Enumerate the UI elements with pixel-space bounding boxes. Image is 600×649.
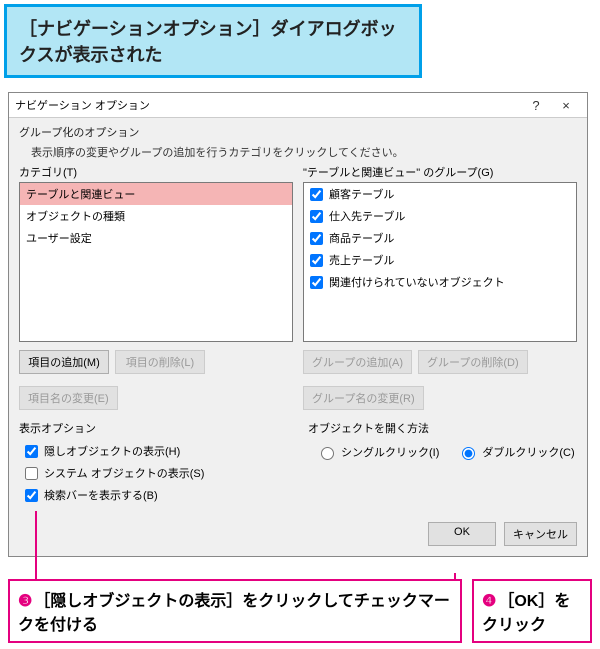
ok-button[interactable]: OK [428, 522, 496, 546]
group-item[interactable]: 売上テーブル [304, 249, 576, 271]
group-label: 関連付けられていないオブジェクト [329, 274, 505, 290]
group-checkbox[interactable] [310, 276, 323, 289]
group-label: 顧客テーブル [329, 186, 394, 202]
grouping-section-title: グループ化のオプション [9, 118, 587, 142]
group-item[interactable]: 商品テーブル [304, 227, 576, 249]
close-icon[interactable]: × [551, 98, 581, 113]
show-system-option[interactable]: システム オブジェクトの表示(S) [19, 462, 288, 484]
callout-step-4: ❹［OK］をクリック [472, 579, 592, 643]
category-item[interactable]: オブジェクトの種類 [20, 205, 292, 227]
show-system-label: システム オブジェクトの表示(S) [44, 465, 204, 481]
titlebar: ナビゲーション オプション ? × [9, 93, 587, 118]
callout-text: ［隠しオブジェクトの表示］をクリックしてチェックマークを付ける [18, 593, 450, 634]
category-item[interactable]: ユーザー設定 [20, 227, 292, 249]
category-item[interactable]: テーブルと関連ビュー [20, 183, 292, 205]
navigation-options-dialog: ナビゲーション オプション ? × グループ化のオプション 表示順序の変更やグル… [8, 92, 588, 557]
show-hidden-option[interactable]: 隠しオブジェクトの表示(H) [19, 440, 288, 462]
callout-number: ❹ [482, 593, 496, 610]
callout-number: ❸ [18, 593, 32, 610]
dialog-title: ナビゲーション オプション [15, 97, 521, 113]
group-item[interactable]: 関連付けられていないオブジェクト [304, 271, 576, 293]
group-checkbox[interactable] [310, 232, 323, 245]
category-listbox[interactable]: テーブルと関連ビュー オブジェクトの種類 ユーザー設定 [19, 182, 293, 342]
group-checkbox[interactable] [310, 210, 323, 223]
show-search-label: 検索バーを表示する(B) [44, 487, 158, 503]
open-method-title: オブジェクトを開く方法 [308, 420, 577, 440]
delete-item-button[interactable]: 項目の削除(L) [115, 350, 205, 374]
group-label: 売上テーブル [329, 252, 394, 268]
show-hidden-checkbox[interactable] [25, 445, 38, 458]
cancel-button[interactable]: キャンセル [504, 522, 577, 546]
single-click-radio[interactable] [321, 447, 334, 460]
group-checkbox[interactable] [310, 188, 323, 201]
group-item[interactable]: 仕入先テーブル [304, 205, 576, 227]
rename-group-button[interactable]: グループ名の変更(R) [303, 386, 424, 410]
group-checkbox[interactable] [310, 254, 323, 267]
help-icon[interactable]: ? [521, 98, 551, 113]
group-label: 仕入先テーブル [329, 208, 405, 224]
single-click-option[interactable]: シングルクリック(I) [316, 444, 439, 460]
groups-label: "テーブルと関連ビュー" のグループ(G) [303, 164, 577, 182]
double-click-option[interactable]: ダブルクリック(C) [457, 444, 574, 460]
instruction-banner: ［ナビゲーションオプション］ダイアログボックスが表示された [4, 4, 422, 78]
show-search-option[interactable]: 検索バーを表示する(B) [19, 484, 288, 506]
show-system-checkbox[interactable] [25, 467, 38, 480]
show-hidden-label: 隠しオブジェクトの表示(H) [44, 443, 180, 459]
add-group-button[interactable]: グループの追加(A) [303, 350, 412, 374]
groups-listbox[interactable]: 顧客テーブル 仕入先テーブル 商品テーブル 売上テーブル 関連付けられていないオ… [303, 182, 577, 342]
callout-step-3: ❸［隠しオブジェクトの表示］をクリックしてチェックマークを付ける [8, 579, 462, 643]
double-click-radio[interactable] [462, 447, 475, 460]
single-click-label: シングルクリック(I) [341, 444, 439, 460]
delete-group-button[interactable]: グループの削除(D) [418, 350, 528, 374]
group-item[interactable]: 顧客テーブル [304, 183, 576, 205]
display-section-title: 表示オプション [19, 420, 288, 440]
group-label: 商品テーブル [329, 230, 394, 246]
category-label: カテゴリ(T) [19, 164, 293, 182]
add-item-button[interactable]: 項目の追加(M) [19, 350, 109, 374]
rename-item-button[interactable]: 項目名の変更(E) [19, 386, 118, 410]
grouping-hint: 表示順序の変更やグループの追加を行うカテゴリをクリックしてください。 [9, 142, 587, 164]
show-search-checkbox[interactable] [25, 489, 38, 502]
double-click-label: ダブルクリック(C) [482, 444, 574, 460]
